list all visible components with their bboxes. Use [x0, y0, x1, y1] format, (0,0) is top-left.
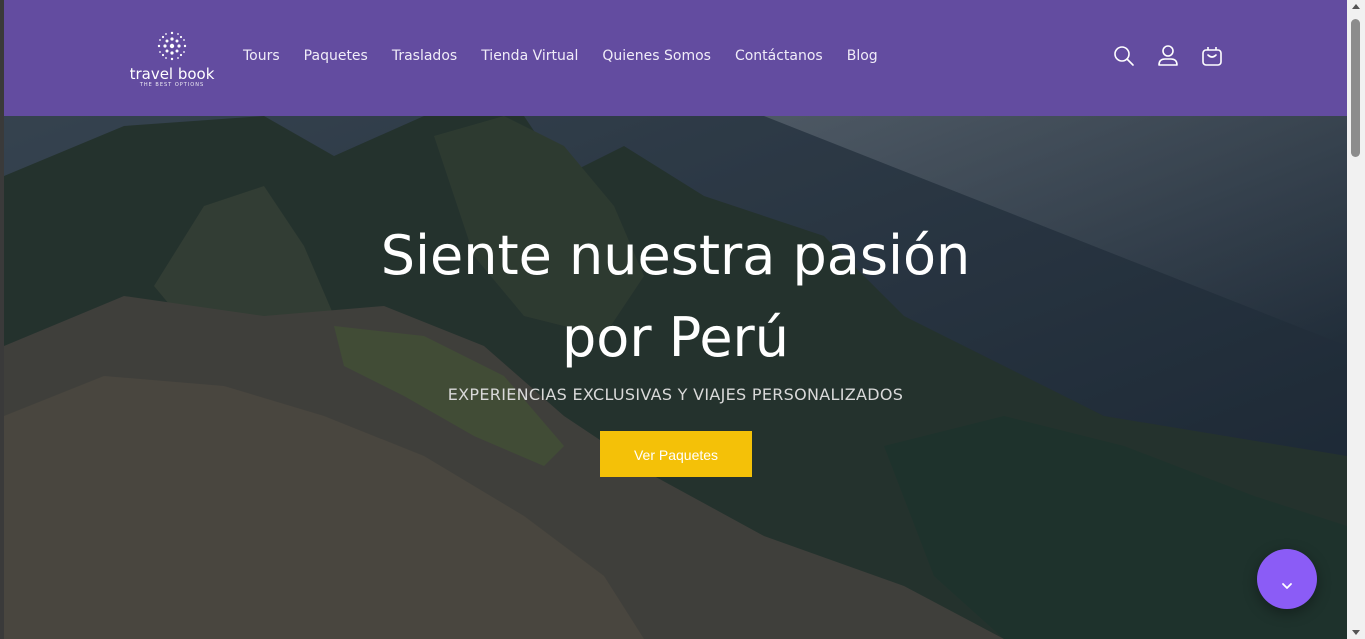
hero-title-line1: Siente nuestra pasión — [380, 224, 971, 287]
scrollbar-thumb[interactable] — [1351, 19, 1360, 157]
search-icon[interactable] — [1113, 44, 1135, 68]
main-nav: Tours Paquetes Traslados Tienda Virtual … — [243, 46, 902, 66]
cart-icon[interactable] — [1201, 44, 1223, 68]
floating-action-button[interactable] — [1257, 549, 1317, 609]
scroll-up-arrow-icon[interactable] — [1352, 4, 1360, 9]
nav-item-tours[interactable]: Tours — [243, 46, 280, 66]
brand-tagline: THE BEST OPTIONS — [139, 82, 205, 88]
ver-paquetes-button[interactable]: Ver Paquetes — [600, 431, 752, 477]
nav-item-traslados[interactable]: Traslados — [392, 46, 457, 66]
nav-item-paquetes[interactable]: Paquetes — [304, 46, 368, 66]
page: travel book THE BEST OPTIONS Tours Paque… — [4, 0, 1347, 639]
nav-item-contactanos[interactable]: Contáctanos — [735, 46, 823, 66]
nav-item-quienes-somos[interactable]: Quienes Somos — [602, 46, 711, 66]
hero-subtitle: EXPERIENCIAS EXCLUSIVAS Y VIAJES PERSONA… — [447, 385, 904, 404]
page-scrollbar[interactable] — [1347, 0, 1365, 639]
site-header: travel book THE BEST OPTIONS Tours Paque… — [4, 0, 1347, 116]
chevron-down-icon — [1281, 575, 1293, 589]
brand-name: travel book — [129, 65, 215, 83]
hero-title-line2: por Perú — [562, 306, 789, 369]
logo-mark-icon — [157, 31, 187, 61]
hero-banner: Siente nuestra pasión por Perú EXPERIENC… — [4, 116, 1347, 639]
scroll-down-arrow-icon[interactable] — [1352, 630, 1360, 635]
brand-logo[interactable]: travel book THE BEST OPTIONS — [122, 28, 222, 90]
header-actions — [1113, 44, 1223, 68]
nav-item-blog[interactable]: Blog — [847, 46, 878, 66]
nav-item-tienda-virtual[interactable]: Tienda Virtual — [481, 46, 578, 66]
hero-title: Siente nuestra pasión por Perú — [4, 215, 1347, 379]
account-icon[interactable] — [1157, 44, 1179, 68]
